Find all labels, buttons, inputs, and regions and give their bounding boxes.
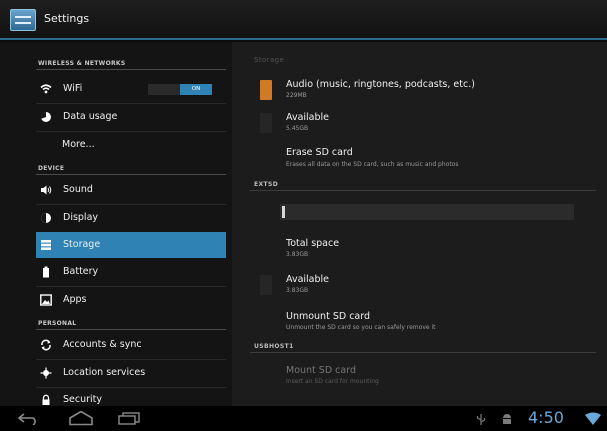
erase-sd-title: Erase SD card [286, 147, 353, 158]
sidebar-item-label: Apps [63, 294, 87, 305]
total-space-title: Total space [286, 238, 340, 249]
sidebar-item-security[interactable]: Security [36, 387, 226, 406]
storage-details-pane: Storage Audio (music, ringtones, podcast… [232, 42, 607, 406]
sidebar-item-label: Display [63, 212, 99, 223]
erase-sd-subtitle: Erases all data on the SD card, such as … [286, 161, 459, 168]
sidebar-item-location-services[interactable]: Location services [36, 360, 226, 386]
section-header-storage: Storage [254, 56, 285, 64]
data-usage-icon [40, 111, 51, 122]
sidebar-item-storage[interactable]: Storage [36, 232, 226, 258]
section-header-device: DEVICE [38, 165, 65, 172]
wifi-toggle[interactable]: ON [148, 84, 212, 95]
lock-icon [42, 394, 50, 405]
sidebar-item-accounts-sync[interactable]: Accounts & sync [36, 332, 226, 358]
available-color-swatch [260, 113, 272, 133]
sidebar-item-label: More... [62, 139, 95, 150]
audio-size: 229MB [286, 92, 307, 99]
sound-icon [41, 185, 52, 195]
sidebar-item-label: WiFi [63, 83, 83, 94]
section-divider [36, 69, 226, 70]
section-divider [36, 329, 226, 330]
sidebar-item-label: Data usage [63, 111, 118, 122]
audio-color-swatch [260, 80, 272, 100]
extsd-available-size: 3.83GB [286, 287, 309, 294]
home-icon[interactable] [68, 410, 94, 426]
section-header-personal: PERSONAL [38, 320, 77, 327]
sidebar-item-sound[interactable]: Sound [36, 177, 226, 203]
sidebar-item-display[interactable]: Display [36, 205, 226, 231]
unmount-sd-subtitle: Unmount the SD card so you can safely re… [286, 324, 436, 331]
section-header-wireless: WIRELESS & NETWORKS [38, 60, 126, 67]
sidebar-item-label: Accounts & sync [63, 339, 142, 350]
sidebar-item-label: Battery [63, 266, 99, 277]
location-icon [40, 367, 52, 379]
sidebar-item-label: Security [63, 394, 103, 405]
extsd-available-swatch [260, 275, 272, 295]
total-space-size: 3.83GB [286, 251, 309, 258]
storage-icon [41, 240, 51, 250]
battery-icon [43, 266, 49, 278]
audio-title: Audio (music, ringtones, podcasts, etc.) [286, 79, 475, 90]
clock-time: 4:50 [528, 408, 564, 427]
system-nav-bar: 4:50 [0, 406, 607, 431]
unmount-sd-title: Unmount SD card [286, 311, 371, 322]
available-title: Available [286, 112, 330, 123]
sidebar-item-label: Storage [63, 239, 101, 250]
settings-app-icon[interactable] [10, 9, 36, 31]
wifi-icon [40, 84, 52, 94]
sidebar-item-battery[interactable]: Battery [36, 259, 226, 285]
sidebar-item-data-usage[interactable]: Data usage [36, 104, 226, 130]
mount-sd-subtitle: Insert an SD card for mounting [286, 378, 379, 385]
section-header-extsd: EXTSD [254, 181, 279, 188]
apps-icon [40, 294, 52, 306]
recent-apps-icon[interactable] [118, 412, 140, 425]
sidebar-item-label: Sound [63, 184, 93, 195]
section-divider [250, 352, 596, 353]
android-debug-icon [503, 414, 511, 424]
wifi-toggle-on: ON [180, 84, 212, 95]
sidebar-item-label: Location services [63, 367, 146, 378]
sidebar-item-apps[interactable]: Apps [36, 287, 226, 313]
display-icon [41, 213, 51, 223]
sidebar-item-more[interactable]: More... [36, 132, 226, 158]
available-size: 5.45GB [286, 125, 309, 132]
wifi-signal-icon [585, 412, 601, 425]
sidebar-item-wifi[interactable]: WiFi ON [36, 76, 226, 102]
extsd-usage-bar [280, 204, 574, 220]
settings-sidebar: WIRELESS & NETWORKS WiFi ON Data usage M… [0, 42, 232, 406]
app-title: Settings [44, 12, 90, 25]
usb-icon [476, 414, 486, 425]
section-header-usbhost: USBHOST1 [254, 343, 294, 350]
extsd-usage-fill [282, 206, 285, 218]
back-icon[interactable] [18, 412, 40, 425]
tablet-screen: Settings WIRELESS & NETWORKS WiFi ON Dat… [0, 0, 607, 431]
section-divider [36, 174, 226, 175]
mount-sd-title: Mount SD card [286, 365, 356, 376]
sync-icon [41, 339, 51, 351]
action-bar: Settings [0, 0, 607, 40]
section-divider [250, 190, 596, 191]
extsd-available-title: Available [286, 274, 330, 285]
